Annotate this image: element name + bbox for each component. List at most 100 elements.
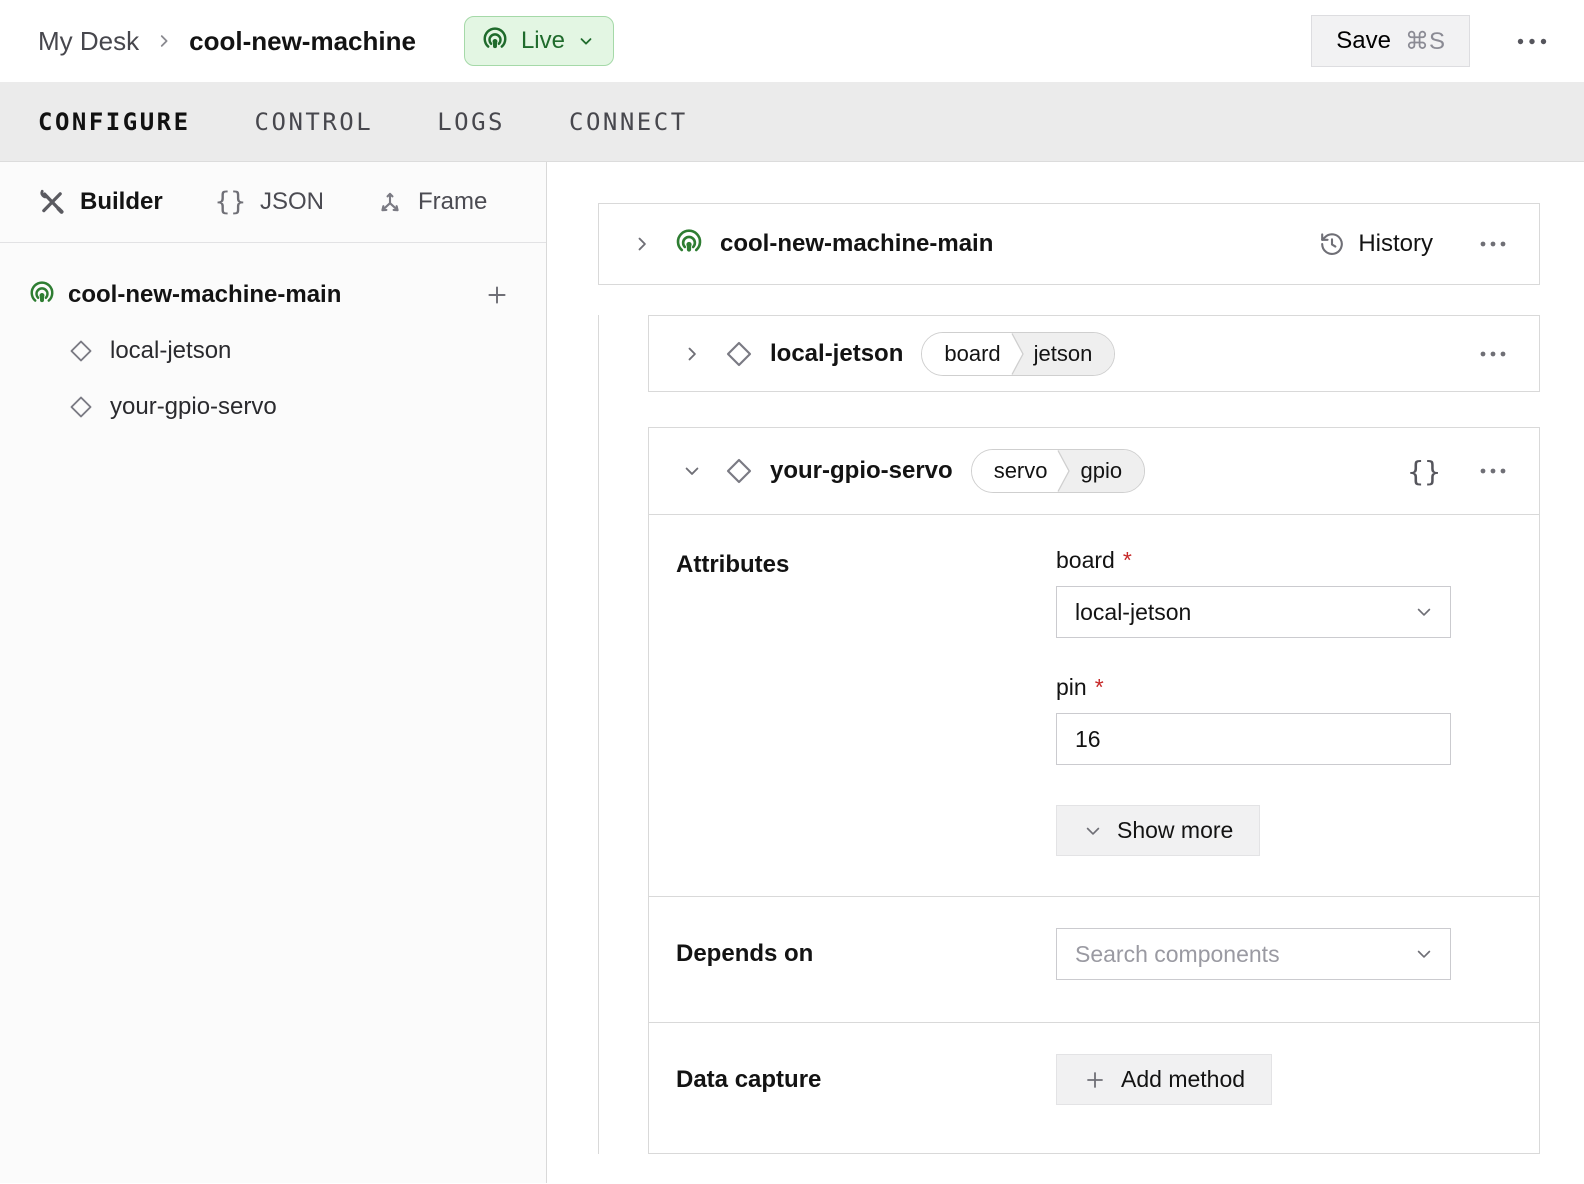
plus-icon xyxy=(1083,1068,1107,1092)
breadcrumb-parent-link[interactable]: My Desk xyxy=(38,26,139,57)
chevron-down-icon xyxy=(1083,821,1103,841)
data-capture-section-label: Data capture xyxy=(676,1054,1056,1105)
component-card-your-gpio-servo: your-gpio-servo servo gpio {} xyxy=(648,427,1540,1154)
history-icon xyxy=(1318,230,1346,258)
chevron-down-icon xyxy=(577,32,595,50)
mode-tab-builder[interactable]: Builder xyxy=(38,188,163,216)
save-shortcut: ⌘S xyxy=(1405,27,1445,56)
mode-tab-json-label: JSON xyxy=(260,188,324,216)
component-card-local-jetson: local-jetson board jetson xyxy=(648,315,1540,392)
overflow-menu-icon xyxy=(1516,37,1548,46)
breadcrumb: My Desk cool-new-machine xyxy=(38,26,416,57)
config-main-panel: cool-new-machine-main History xyxy=(547,162,1584,1183)
tree-item-label: your-gpio-servo xyxy=(110,393,277,421)
depends-on-section: Depends on xyxy=(649,896,1539,1022)
diamond-icon xyxy=(724,339,754,369)
pin-field: pin * xyxy=(1056,674,1451,765)
pin-input[interactable] xyxy=(1056,713,1451,765)
add-method-button[interactable]: Add method xyxy=(1056,1054,1272,1105)
show-more-button[interactable]: Show more xyxy=(1056,805,1260,856)
chevron-right-icon xyxy=(682,344,702,364)
frame-axes-icon xyxy=(376,188,404,216)
pin-field-label: pin xyxy=(1056,674,1087,701)
machine-icon xyxy=(674,229,704,259)
save-button[interactable]: Save ⌘S xyxy=(1311,15,1470,67)
tree-item-local-jetson[interactable]: local-jetson xyxy=(0,323,546,379)
save-button-label: Save xyxy=(1336,27,1391,55)
nav-tab-bar: CONFIGURE CONTROL LOGS CONNECT xyxy=(0,82,1584,162)
tab-connect[interactable]: CONNECT xyxy=(569,108,688,136)
required-marker: * xyxy=(1123,547,1132,574)
board-field-label: board xyxy=(1056,547,1115,574)
tab-logs[interactable]: LOGS xyxy=(437,108,505,136)
tab-control[interactable]: CONTROL xyxy=(255,108,374,136)
breadcrumb-chevron-icon xyxy=(155,32,173,50)
data-capture-section: Data capture Add method xyxy=(649,1022,1539,1153)
braces-icon: {} xyxy=(1407,455,1441,488)
machine-icon xyxy=(481,27,509,55)
overflow-menu-icon xyxy=(1479,467,1507,475)
overflow-menu-icon xyxy=(1479,350,1507,358)
depends-on-section-label: Depends on xyxy=(676,928,1056,980)
attributes-section: Attributes board * local-jetson xyxy=(649,515,1539,896)
component-model: gpio xyxy=(1072,450,1144,492)
servo-card-header: your-gpio-servo servo gpio {} xyxy=(649,428,1539,515)
attributes-section-label: Attributes xyxy=(676,547,1056,856)
machine-part-card: cool-new-machine-main History xyxy=(598,203,1540,285)
tree-root-label: cool-new-machine-main xyxy=(68,281,341,309)
history-button[interactable]: History xyxy=(1318,230,1433,258)
component-type: board xyxy=(922,333,1008,375)
live-status-badge[interactable]: Live xyxy=(464,16,614,66)
mode-tab-frame[interactable]: Frame xyxy=(376,188,487,216)
history-button-label: History xyxy=(1358,230,1433,258)
mode-tab-frame-label: Frame xyxy=(418,188,487,216)
chevron-down-icon xyxy=(682,461,702,481)
board-select-value: local-jetson xyxy=(1075,599,1191,626)
tree-item-label: local-jetson xyxy=(110,337,231,365)
badge-divider-icon xyxy=(1055,450,1072,492)
sidebar-mode-tabs: Builder {} JSON Frame xyxy=(0,162,546,243)
diamond-icon xyxy=(724,456,754,486)
tree-root-machine[interactable]: cool-new-machine-main xyxy=(0,267,546,323)
diamond-icon xyxy=(68,394,94,420)
required-marker: * xyxy=(1095,674,1104,701)
component-model: jetson xyxy=(1026,333,1115,375)
local-jetson-overflow-button[interactable] xyxy=(1473,344,1513,364)
diamond-icon xyxy=(68,338,94,364)
tree-item-your-gpio-servo[interactable]: your-gpio-servo xyxy=(0,379,546,435)
component-type-badge: board jetson xyxy=(921,332,1115,376)
braces-icon: {} xyxy=(215,187,246,217)
add-method-label: Add method xyxy=(1121,1066,1245,1093)
component-tree: cool-new-machine-main local-jetson xyxy=(0,243,546,435)
depends-on-select[interactable] xyxy=(1056,928,1451,980)
machine-part-title: cool-new-machine-main xyxy=(720,230,993,258)
badge-divider-icon xyxy=(1009,333,1026,375)
chevron-right-icon xyxy=(632,234,652,254)
mode-tab-json[interactable]: {} JSON xyxy=(215,187,324,217)
machine-card-overflow-button[interactable] xyxy=(1473,234,1513,254)
collapse-servo-button[interactable] xyxy=(676,455,708,487)
machine-icon xyxy=(28,281,56,309)
servo-json-view-button[interactable]: {} xyxy=(1401,449,1447,494)
mode-tab-builder-label: Builder xyxy=(80,188,163,216)
servo-overflow-button[interactable] xyxy=(1473,461,1513,481)
depends-on-search-input[interactable] xyxy=(1075,941,1414,968)
header-overflow-menu-button[interactable] xyxy=(1510,31,1554,52)
breadcrumb-current: cool-new-machine xyxy=(189,26,416,57)
add-component-button[interactable] xyxy=(478,276,516,314)
board-field: board * local-jetson xyxy=(1056,547,1451,638)
tools-icon xyxy=(38,188,66,216)
live-badge-label: Live xyxy=(521,27,565,55)
top-bar: My Desk cool-new-machine Live Save ⌘S xyxy=(0,0,1584,82)
expand-machine-card-button[interactable] xyxy=(626,228,658,260)
plus-icon xyxy=(484,282,510,308)
overflow-menu-icon xyxy=(1479,240,1507,248)
board-select[interactable]: local-jetson xyxy=(1056,586,1451,638)
component-type-badge: servo gpio xyxy=(971,449,1145,493)
tab-configure[interactable]: CONFIGURE xyxy=(38,108,191,136)
chevron-down-icon xyxy=(1414,944,1434,964)
expand-local-jetson-button[interactable] xyxy=(676,338,708,370)
show-more-label: Show more xyxy=(1117,817,1233,844)
component-type: servo xyxy=(972,450,1056,492)
component-nest: local-jetson board jetson xyxy=(598,315,1540,1154)
